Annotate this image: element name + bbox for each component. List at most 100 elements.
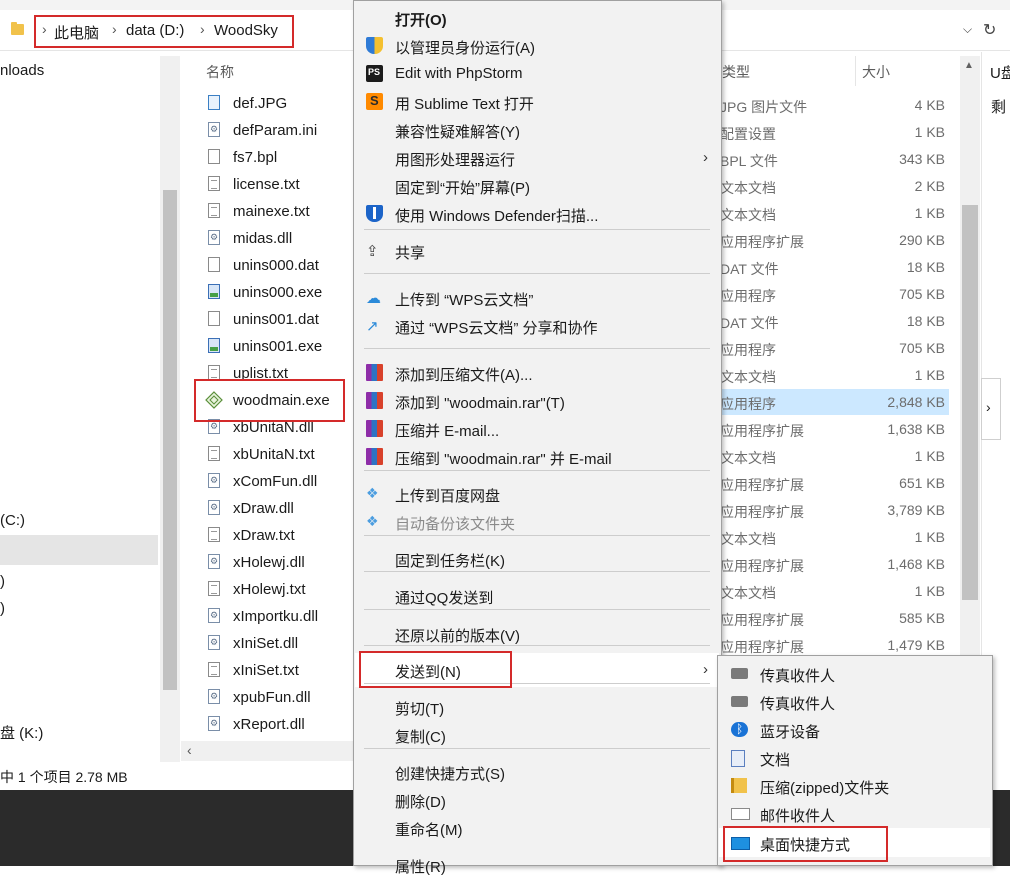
wps-share-icon: ↗ — [366, 318, 379, 335]
defender-icon — [366, 205, 383, 222]
file-type: 配置设置 — [720, 126, 776, 142]
menu-item[interactable]: 还原以前的版本(V) — [354, 620, 720, 648]
file-type: 应用程序 — [720, 288, 776, 304]
column-divider — [855, 56, 856, 86]
exe-file-icon — [208, 284, 220, 299]
menu-separator — [364, 348, 710, 349]
dll-file-icon — [208, 554, 220, 569]
column-header-size[interactable]: 大小 — [862, 62, 890, 82]
bluetooth-icon — [731, 722, 748, 737]
menu-item: ❖ 自动备份该文件夹 — [354, 508, 720, 536]
menu-item[interactable]: 用 Sublime Text 打开 — [354, 88, 720, 116]
menu-item[interactable]: 打开(O) — [354, 4, 720, 32]
file-size: 1 KB — [914, 448, 945, 464]
menu-item[interactable]: ☁ 上传到 “WPS云文档” — [354, 284, 720, 312]
menu-item-label: 通过 “WPS云文档” 分享和协作 — [395, 320, 598, 337]
menu-item[interactable]: 属性(R) — [354, 851, 720, 879]
dll-file-icon — [208, 230, 220, 245]
nav-item-drive[interactable]: ) — [0, 573, 5, 590]
send-to-item[interactable]: 文档 — [718, 744, 991, 772]
menu-item-label: 复制(C) — [395, 729, 446, 746]
send-to-item[interactable]: 传真收件人 — [718, 660, 991, 688]
nav-item-drive[interactable]: ) — [0, 600, 5, 617]
menu-item[interactable]: 压缩并 E-mail... — [354, 415, 720, 443]
menu-item[interactable]: 添加到 "woodmain.rar"(T) — [354, 387, 720, 415]
menu-item[interactable]: ↗ 通过 “WPS云文档” 分享和协作 — [354, 312, 720, 340]
menu-item[interactable]: ❖ 上传到百度网盘 — [354, 480, 720, 508]
menu-item[interactable]: 重命名(M) — [354, 814, 720, 842]
menu-item[interactable]: 用图形处理器运行 › — [354, 144, 720, 172]
file-size: 2 KB — [914, 178, 945, 194]
menu-item[interactable]: 压缩到 "woodmain.rar" 并 E-mail — [354, 443, 720, 471]
file-size: 4 KB — [914, 97, 945, 113]
nav-selected-row[interactable] — [0, 535, 158, 565]
jpg-file-icon — [208, 95, 220, 110]
file-name: xImportku.dll — [233, 608, 319, 625]
send-to-item-label: 邮件收件人 — [760, 808, 836, 825]
menu-item[interactable]: 兼容性疑难解答(Y) — [354, 116, 720, 144]
file-name: xpubFun.dll — [233, 689, 311, 706]
file-size: 343 KB — [899, 151, 945, 167]
folder-icon — [11, 22, 24, 35]
file-name: xIniSet.txt — [233, 662, 299, 679]
file-name: xHolewj.txt — [233, 581, 306, 598]
file-name: xReport.dll — [233, 716, 305, 733]
menu-item[interactable]: 添加到压缩文件(A)... — [354, 359, 720, 387]
file-size: 585 KB — [899, 610, 945, 626]
file-type: 应用程序扩展 — [720, 504, 804, 520]
send-to-item[interactable]: 压缩(zipped)文件夹 — [718, 772, 991, 800]
menu-item-label: Edit with PhpStorm — [395, 65, 523, 82]
scroll-up-icon[interactable]: ▲ — [964, 60, 974, 71]
menu-item[interactable]: 使用 Windows Defender扫描... — [354, 200, 720, 228]
nav-scrollbar-thumb[interactable] — [163, 190, 177, 690]
file-name: unins000.exe — [233, 284, 323, 301]
file-name: xDraw.dll — [233, 500, 294, 517]
file-name: license.txt — [233, 176, 300, 193]
menu-item[interactable]: 通过QQ发送到 — [354, 582, 720, 610]
menu-item[interactable]: ⇪ 共享 — [354, 237, 720, 265]
refresh-icon[interactable]: ↻ — [983, 20, 996, 40]
file-size: 705 KB — [899, 286, 945, 302]
column-header-name[interactable]: 名称 — [206, 62, 234, 82]
file-type: 应用程序扩展 — [720, 558, 804, 574]
menu-item[interactable]: 删除(D) — [354, 786, 720, 814]
expand-panel-button[interactable]: › — [981, 378, 1001, 440]
dll-file-icon — [208, 716, 220, 731]
dll-file-icon — [208, 122, 220, 137]
file-file-icon — [208, 257, 220, 272]
txt-file-icon — [208, 365, 220, 380]
menu-item[interactable]: 固定到“开始”屏幕(P) — [354, 172, 720, 200]
menu-item[interactable]: 复制(C) — [354, 721, 720, 749]
file-size: 1 KB — [914, 583, 945, 599]
scroll-left-icon[interactable]: ‹ — [187, 742, 192, 758]
menu-item-label: 用图形处理器运行 — [395, 152, 516, 169]
dll-file-icon — [208, 689, 220, 704]
vertical-scrollbar-thumb[interactable] — [962, 205, 978, 600]
menu-item[interactable]: 剪切(T) — [354, 693, 720, 721]
send-to-item[interactable]: 蓝牙设备 — [718, 716, 991, 744]
file-name: unins000.dat — [233, 257, 319, 274]
menu-item[interactable]: 以管理员身份运行(A) — [354, 32, 720, 60]
details-title: U盘 — [990, 65, 1010, 82]
winrar-icon — [366, 448, 383, 465]
chevron-down-icon[interactable]: ⌵ — [963, 22, 972, 37]
file-name: xDraw.txt — [233, 527, 295, 544]
send-to-item[interactable]: 邮件收件人 — [718, 800, 991, 828]
file-file-icon — [208, 311, 220, 326]
send-to-item[interactable]: 传真收件人 — [718, 688, 991, 716]
txt-file-icon — [208, 176, 220, 191]
column-header-type[interactable]: 类型 — [722, 62, 750, 82]
file-type: JPG 图片文件 — [720, 99, 808, 115]
file-name: fs7.bpl — [233, 149, 278, 166]
menu-item-label: 固定到“开始”屏幕(P) — [395, 180, 530, 197]
dll-file-icon — [208, 500, 220, 515]
menu-item-label: 压缩并 E-mail... — [395, 423, 500, 440]
menu-item[interactable]: Edit with PhpStorm — [354, 60, 720, 88]
menu-item[interactable]: 固定到任务栏(K) — [354, 545, 720, 573]
horizontal-scrollbar[interactable] — [181, 741, 356, 761]
nav-item-drive-k[interactable]: 盘 (K:) — [0, 722, 43, 743]
menu-item[interactable]: 创建快捷方式(S) — [354, 758, 720, 786]
send-to-annotation-box — [359, 651, 512, 688]
nav-item-drive-c[interactable]: (C:) — [0, 512, 25, 529]
nav-item-downloads[interactable]: nloads — [0, 62, 44, 79]
